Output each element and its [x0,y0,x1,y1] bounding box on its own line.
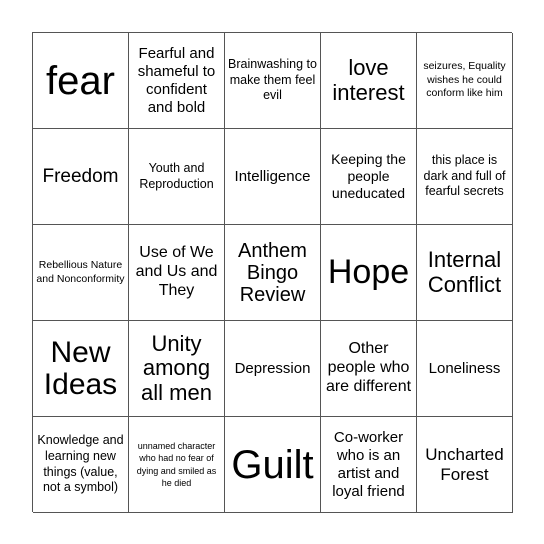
bingo-cell-uncharted-forest[interactable]: Uncharted Forest [417,417,513,513]
cell-text: Brainwashing to make them feel evil [228,57,317,103]
bingo-cell-seizures[interactable]: seizures, Equality wishes he could confo… [417,33,513,129]
cell-text: Freedom [42,165,119,187]
bingo-cell-internal-conflict[interactable]: Internal Conflict [417,225,513,321]
cell-text: this place is dark and full of fearful s… [423,153,506,199]
bingo-cell-hope[interactable]: Hope [321,225,417,321]
cell-text: Keeping the people uneducated [331,150,406,202]
cell-text: Intelligence [234,167,311,185]
bingo-cell-youth-reproduction[interactable]: Youth and Reproduction [129,129,225,225]
cell-text: Co-worker who is an artist and loyal fri… [332,428,405,500]
cell-text: Rebellious Nature and Nonconformity [36,258,125,285]
cell-text: Other people who are different [325,340,412,395]
cell-text: Knowledge and learning new things (value… [37,433,124,495]
bingo-cell-depression[interactable]: Depression [225,321,321,417]
bingo-cell-fear[interactable]: fear [33,33,129,129]
cell-text: fear [46,58,115,103]
bingo-cell-love-interest[interactable]: love interest [321,33,417,129]
bingo-cell-unnamed-character[interactable]: unnamed character who had no fear of dyi… [129,417,225,513]
cell-text: Loneliness [428,359,501,377]
cell-text: love interest [332,55,405,105]
bingo-free-space-title[interactable]: Anthem Bingo Review [225,225,321,321]
board-title: Anthem Bingo Review [238,239,307,306]
bingo-cell-brainwashing[interactable]: Brainwashing to make them feel evil [225,33,321,129]
bingo-cell-other-people[interactable]: Other people who are different [321,321,417,417]
bingo-cell-guilt[interactable]: Guilt [225,417,321,513]
bingo-cell-new-ideas[interactable]: New Ideas [33,321,129,417]
cell-text: Unity among all men [141,331,212,405]
cell-text: Youth and Reproduction [139,160,214,191]
bingo-cell-rebellious-nature[interactable]: Rebellious Nature and Nonconformity [33,225,129,321]
bingo-cell-keeping-uneducated[interactable]: Keeping the people uneducated [321,129,417,225]
bingo-cell-co-worker[interactable]: Co-worker who is an artist and loyal fri… [321,417,417,513]
bingo-cell-intelligence[interactable]: Intelligence [225,129,321,225]
cell-text: Depression [234,359,311,377]
cell-text: Guilt [231,442,314,487]
cell-text: Uncharted Forest [425,444,504,484]
cell-text: unnamed character who had no fear of dyi… [136,441,217,488]
cell-text: Use of We and Us and They [135,244,218,299]
bingo-cell-loneliness[interactable]: Loneliness [417,321,513,417]
bingo-cell-dark-place[interactable]: this place is dark and full of fearful s… [417,129,513,225]
bingo-cell-knowledge[interactable]: Knowledge and learning new things (value… [33,417,129,513]
cell-text: Hope [327,252,410,291]
cell-text: New Ideas [43,336,118,401]
cell-text: Fearful and shameful to confident and bo… [137,44,216,116]
bingo-cell-unity[interactable]: Unity among all men [129,321,225,417]
bingo-cell-freedom[interactable]: Freedom [33,129,129,225]
bingo-cell-we-us-they[interactable]: Use of We and Us and They [129,225,225,321]
bingo-cell-fearful-to-confident[interactable]: Fearful and shameful to confident and bo… [129,33,225,129]
bingo-board: fear Fearful and shameful to confident a… [32,32,513,513]
cell-text: seizures, Equality wishes he could confo… [423,60,506,100]
cell-text: Internal Conflict [427,247,502,297]
